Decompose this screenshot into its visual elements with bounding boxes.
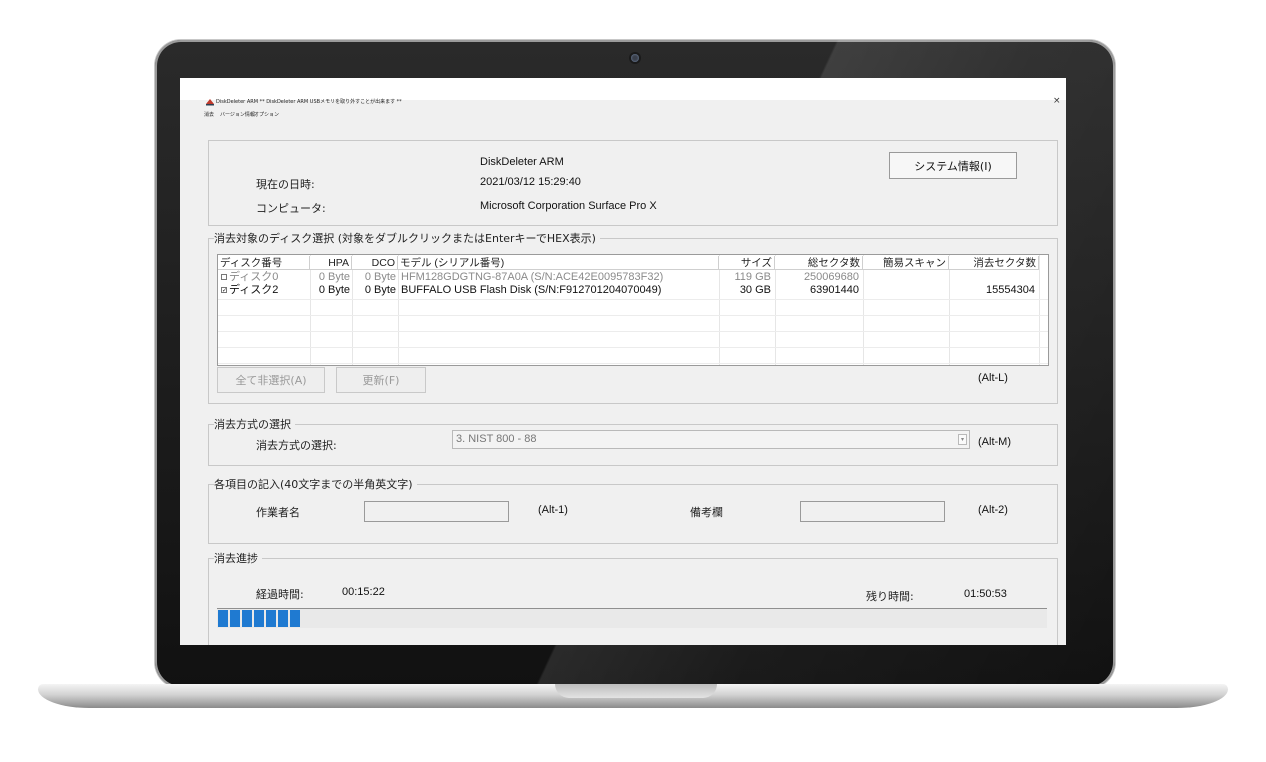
title-bar (180, 78, 1066, 100)
hpa-cell: 0 Byte (318, 284, 350, 296)
computer-value: Microsoft Corporation Surface Pro X (480, 200, 657, 212)
remaining-label: 残り時間: (866, 590, 914, 603)
app-name: DiskDeleter ARM (480, 156, 564, 168)
progress-bar (217, 608, 1047, 628)
screen: DiskDeleter ARM ** DiskDeleter ARM USBメモ… (180, 78, 1066, 645)
progress-panel (208, 558, 1058, 645)
datetime-value: 2021/03/12 15:29:40 (480, 176, 581, 188)
disk2-checkbox[interactable]: ✓ (221, 287, 227, 294)
menu-item-erase[interactable]: 消去 (204, 111, 214, 118)
elapsed-value: 00:15:22 (342, 586, 385, 598)
model-cell: BUFFALO USB Flash Disk (S/N:F91270120407… (401, 284, 662, 296)
remarks-shortcut: (Alt-2) (978, 504, 1008, 516)
size-cell: 119 GB (734, 271, 772, 283)
method-label: 消去方式の選択: (256, 439, 337, 452)
progress-group-label: 消去進捗 (214, 550, 262, 566)
col-header-dco[interactable]: DCO (352, 256, 398, 270)
app-icon (206, 99, 214, 106)
operator-input[interactable] (364, 501, 509, 522)
progress-block (218, 610, 228, 627)
size-cell: 30 GB (739, 284, 771, 296)
progress-block (290, 610, 300, 627)
sysinfo-button[interactable]: システム情報(I) (889, 152, 1017, 179)
chevron-down-icon[interactable]: ▾ (958, 434, 967, 445)
disk-select-shortcut: (Alt-L) (978, 372, 1008, 384)
disk-select-group-label: 消去対象のディスク選択 (対象をダブルクリックまたはEnterキーでHEX表示) (214, 230, 600, 246)
total-sectors-cell: 63901440 (810, 284, 859, 296)
col-header-disk[interactable]: ディスク番号 (218, 256, 310, 270)
method-selected-value: 3. NIST 800 - 88 (456, 433, 537, 445)
progress-block (278, 610, 288, 627)
window-title: DiskDeleter ARM ** DiskDeleter ARM USBメモ… (216, 99, 402, 105)
menu-item-version[interactable]: バージョン情報 (220, 111, 255, 118)
close-button[interactable]: × (1053, 96, 1061, 106)
col-header-model[interactable]: モデル (シリアル番号) (398, 256, 719, 270)
col-header-hpa[interactable]: HPA (310, 256, 352, 270)
total-sectors-cell: 250069680 (803, 271, 859, 283)
disk-cell: ディスク0 (229, 271, 279, 283)
computer-label: コンピュータ: (256, 202, 326, 215)
operator-shortcut: (Alt-1) (538, 504, 568, 516)
col-header-size[interactable]: サイズ (719, 256, 775, 270)
disk-cell: ディスク2 (229, 284, 279, 296)
hpa-cell: 0 Byte (318, 271, 350, 283)
method-shortcut: (Alt-M) (978, 436, 1011, 448)
col-header-erase-sectors[interactable]: 消去セクタ数 (949, 256, 1039, 270)
deselect-all-button[interactable]: 全て非選択(A) (217, 367, 325, 393)
remarks-label: 備考欄 (690, 506, 723, 519)
remaining-value: 01:50:53 (964, 588, 1007, 600)
method-group-label: 消去方式の選択 (214, 416, 295, 432)
progress-block (254, 610, 264, 627)
progress-block (266, 610, 276, 627)
camera-icon (631, 54, 639, 62)
model-cell: HFM128GDGTNG-87A0A (S/N:ACE42E0095783F32… (401, 271, 664, 283)
elapsed-label: 経過時間: (256, 588, 304, 601)
menu-item-options[interactable]: オプション (254, 111, 279, 118)
operator-label: 作業者名 (256, 506, 300, 519)
col-header-total-sectors[interactable]: 総セクタ数 (775, 256, 863, 270)
dco-cell: 0 Byte (364, 271, 396, 283)
dco-cell: 0 Byte (364, 284, 396, 296)
refresh-button[interactable]: 更新(F) (336, 367, 426, 393)
laptop-base-notch (555, 684, 717, 698)
remarks-input[interactable] (800, 501, 945, 522)
datetime-label: 現在の日時: (256, 178, 315, 191)
progress-block (242, 610, 252, 627)
progress-block (230, 610, 240, 627)
erase-sectors-cell: 15554304 (986, 284, 1035, 296)
method-select[interactable]: 3. NIST 800 - 88 (452, 430, 970, 449)
col-header-quick-scan[interactable]: 簡易スキャン (863, 256, 949, 270)
disk-table: ディスク番号 HPA DCO モデル (シリアル番号) サイズ 総セクタ数 簡易… (217, 254, 1049, 366)
entries-group-label: 各項目の記入(40文字までの半角英文字) (214, 476, 417, 492)
disk0-checkbox[interactable] (221, 274, 227, 280)
